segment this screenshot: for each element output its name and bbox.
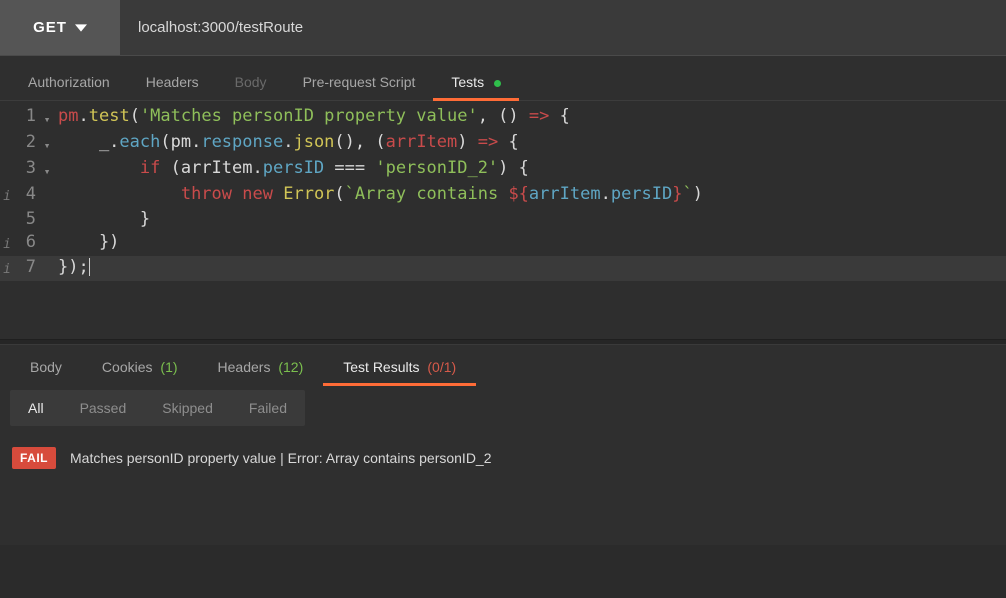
filter-failed[interactable]: Failed — [231, 400, 305, 416]
fail-badge: FAIL — [12, 447, 56, 469]
http-method-label: GET — [33, 19, 67, 36]
filter-all[interactable]: All — [10, 400, 62, 416]
tab-tests[interactable]: Tests — [433, 64, 519, 100]
filter-passed[interactable]: Passed — [62, 400, 145, 416]
results-empty-area — [0, 485, 1006, 545]
code-line: 1▾pm.test('Matches personID property val… — [0, 105, 1006, 131]
request-tabs: Authorization Headers Body Pre-request S… — [0, 56, 1006, 100]
filter-skipped[interactable]: Skipped — [144, 400, 231, 416]
tab-body: Body — [217, 64, 285, 100]
url-input[interactable] — [120, 0, 1006, 55]
http-method-dropdown[interactable]: GET — [0, 0, 120, 55]
code-line: 3▾ if (arrItem.persID === 'personID_2') … — [0, 157, 1006, 183]
code-line: 2▾ _.each(pm.response.json(), (arrItem) … — [0, 131, 1006, 157]
res-tab-body[interactable]: Body — [10, 349, 82, 385]
code-line: i7}); — [0, 256, 1006, 281]
test-result-row[interactable]: FAIL Matches personID property value | E… — [0, 431, 1006, 485]
response-tabs: Body Cookies (1) Headers (12) Test Resul… — [0, 345, 1006, 385]
request-toolbar: GET — [0, 0, 1006, 56]
res-tab-headers[interactable]: Headers (12) — [198, 349, 324, 385]
res-tab-testresults[interactable]: Test Results (0/1) — [323, 349, 476, 385]
tab-headers[interactable]: Headers — [128, 64, 217, 100]
code-line: i6 }) — [0, 231, 1006, 256]
code-line: 5 } — [0, 208, 1006, 231]
result-message: Matches personID property value | Error:… — [70, 450, 492, 466]
tab-authorization[interactable]: Authorization — [10, 64, 128, 100]
result-filter-group: All Passed Skipped Failed — [10, 390, 305, 426]
tab-tests-label: Tests — [451, 74, 484, 90]
cursor-icon — [89, 258, 90, 276]
res-tab-cookies[interactable]: Cookies (1) — [82, 349, 198, 385]
code-line: i4 throw new Error(`Array contains ${arr… — [0, 183, 1006, 208]
result-filter-row: All Passed Skipped Failed — [0, 385, 1006, 431]
tests-indicator-icon — [494, 80, 501, 87]
tests-editor[interactable]: 1▾pm.test('Matches personID property val… — [0, 100, 1006, 339]
tab-prerequest[interactable]: Pre-request Script — [285, 64, 434, 100]
chevron-down-icon — [75, 22, 87, 34]
